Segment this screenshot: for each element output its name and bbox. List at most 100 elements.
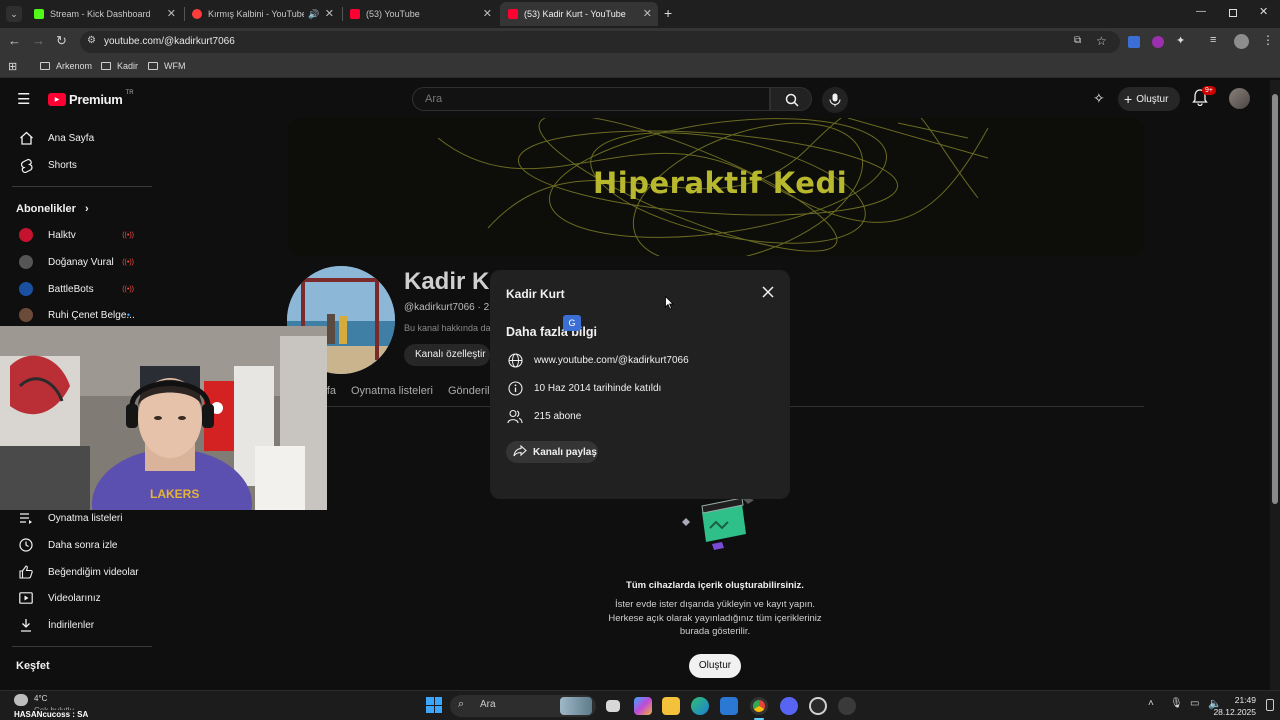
site-info-icon[interactable]: ⚙ [87,35,96,46]
taskbar-clock[interactable]: 21:49 28.12.2025 [1213,694,1256,718]
apps-grid-icon[interactable]: ⊞ [8,60,17,73]
restore-icon[interactable] [1229,9,1237,17]
chrome-icon[interactable] [750,697,768,715]
tab-posts[interactable]: Gönderiler [448,385,490,397]
tray-chevron-icon[interactable]: ˄ [1148,698,1154,709]
empty-state-create-button[interactable]: Oluştur [689,654,741,678]
live-icon: ((•)) [122,231,134,239]
subscribers-row: 215 abone [506,409,581,424]
new-tab-icon[interactable]: + [664,5,672,21]
customize-channel-button[interactable]: Kanalı özelleştir [404,344,490,366]
address-bar[interactable]: ⚙ youtube.com/@kadirkurt7066 ⧉ ☆ [80,31,1120,53]
browser-tab-youtube[interactable]: (53) YouTube ✕ [342,2,498,26]
copilot-icon[interactable] [634,697,652,715]
channel-about[interactable]: Bu kanal hakkında daha fazla bilgi [404,323,490,333]
reading-list-icon[interactable]: ≡ [1210,34,1216,46]
chevron-right-icon: › [84,203,89,215]
profile-avatar[interactable] [1234,34,1249,49]
scrollbar-thumb[interactable] [1272,94,1278,504]
translate-extension-icon[interactable] [1128,36,1140,48]
obs-icon[interactable] [809,697,827,715]
notifications-button[interactable]: 9+ [1192,86,1216,111]
plus-icon: + [1124,91,1133,107]
tab-playlists[interactable]: Oynatma listeleri [351,385,433,397]
svg-text:LAKERS: LAKERS [150,487,199,501]
playlist-icon [14,512,38,524]
sidebar-item-ruhi-cenet[interactable]: Ruhi Çenet Belge... • [0,303,150,327]
search-input[interactable]: Ara [412,87,770,111]
mouse-cursor-icon [665,296,674,310]
edge-icon[interactable] [691,697,709,715]
browser-tab-kadir-kurt[interactable]: (53) Kadir Kurt - YouTube ✕ [500,2,658,26]
menu-hamburger-icon[interactable]: ☰ [17,90,30,108]
channel-link[interactable]: www.youtube.com/@kadirkurt7066 [534,355,689,366]
browser-tab-kick[interactable]: Stream - Kick Dashboard ✕ [26,2,182,26]
description-line: burada gösterilir. [679,626,751,637]
bookmarks-bar: ⊞ Arkenom Kadir WFM [0,56,1280,78]
notification-center-icon[interactable] [1266,699,1274,711]
description-line: İster evde ister dışarıda yükleyin ve ka… [614,599,816,610]
extensions-puzzle-icon[interactable]: ✦ [1176,34,1185,47]
sidebar-item-downloads[interactable]: İndirilenler [0,613,150,637]
sidebar-item-watch-later[interactable]: Daha sonra izle [0,533,150,557]
app-icon[interactable] [838,697,856,715]
create-button[interactable]: + Oluştur [1118,87,1180,111]
voice-search-button[interactable] [822,87,848,113]
bookmark-folder-arkenom[interactable]: Arkenom [40,61,92,71]
extension-icon[interactable] [1152,36,1164,48]
sidebar-item-doganay-vural[interactable]: Doğanay Vural ((•)) [0,250,150,274]
close-tab-icon[interactable]: ✕ [167,7,176,20]
tab-title: (53) Kadir Kurt - YouTube [524,9,626,19]
task-view-icon[interactable] [606,700,620,712]
joined-date: 10 Haz 2014 tarihinde katıldı [534,383,662,394]
browser-tab-youtube-music[interactable]: Kırmış Kalbini - YouTube M 🔊 ✕ [184,2,340,26]
windows-start-icon[interactable] [426,697,442,713]
translate-overlay-icon[interactable]: G [563,315,581,331]
taskbar-search[interactable]: ⌕ Ara [450,695,596,717]
bookmark-label: WFM [164,61,186,71]
microphone-tray-icon[interactable]: 🎙 [1170,698,1183,709]
search-button[interactable] [770,87,812,111]
url-text: youtube.com/@kadirkurt7066 [104,36,235,47]
dialog-close-button[interactable] [762,285,774,303]
back-icon[interactable]: ← [8,33,21,48]
sidebar-item-label: Doğanay Vural [48,256,114,268]
close-tab-icon[interactable]: ✕ [325,7,334,20]
subscriptions-heading[interactable]: Abonelikler › [16,203,89,215]
bookmark-folder-wfm[interactable]: WFM [148,61,186,71]
youtube-logo[interactable]: ▶ Premium TR [48,90,134,107]
share-channel-button[interactable]: Kanalı paylaş [506,441,598,463]
sidebar-item-your-videos[interactable]: Videolarınız [0,586,150,610]
sidebar-item-home[interactable]: Ana Sayfa [0,126,150,150]
avatar [19,228,33,242]
sidebar-item-liked-videos[interactable]: Beğendiğim videolar [0,560,150,584]
account-avatar[interactable] [1229,88,1250,109]
close-tab-icon[interactable]: ✕ [643,7,652,20]
forward-icon[interactable]: → [32,33,45,48]
discord-icon[interactable] [780,697,798,715]
store-icon[interactable] [720,697,738,715]
clock-time: 21:49 [1234,695,1256,705]
tab-search-button[interactable]: ⌄ [6,6,22,22]
sidebar-item-shorts[interactable]: Shorts [0,153,150,177]
webcam-scene: LAKERS [0,326,327,510]
file-explorer-icon[interactable] [662,697,680,715]
youtube-chat-icon[interactable]: ✧ [1093,90,1105,107]
taskbar-search-label: Ara [480,699,496,710]
clock-icon [14,538,38,552]
browser-menu-icon[interactable]: ⋮ [1262,33,1274,47]
install-app-icon[interactable]: ⧉ [1074,35,1081,46]
reload-icon[interactable]: ↻ [56,33,67,49]
network-icon[interactable]: ▭ [1190,698,1199,709]
minimize-icon[interactable]: — [1196,6,1206,17]
speaker-icon[interactable]: 🔊 [308,9,319,20]
page-scrollbar[interactable] [1270,80,1280,690]
bookmark-star-icon[interactable]: ☆ [1096,34,1107,48]
sidebar-item-battlebots[interactable]: BattleBots ((•)) [0,277,150,301]
close-window-icon[interactable]: ✕ [1259,5,1268,18]
share-label: Kanalı paylaş [533,446,597,458]
close-tab-icon[interactable]: ✕ [483,7,492,20]
sidebar-item-halktv[interactable]: Halktv ((•)) [0,223,150,247]
bookmark-folder-kadir[interactable]: Kadir [101,61,138,71]
channel-link-row[interactable]: www.youtube.com/@kadirkurt7066 [506,353,689,368]
